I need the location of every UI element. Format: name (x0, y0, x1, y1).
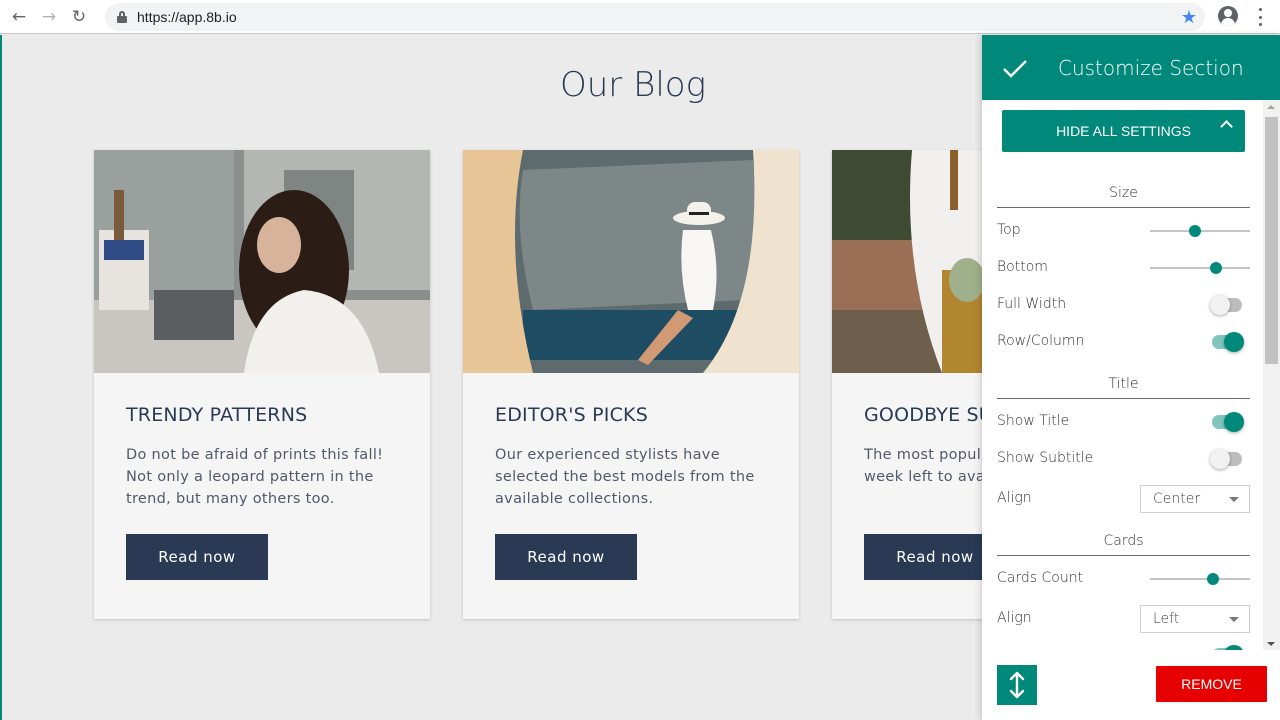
scrollbar-thumb[interactable] (1265, 117, 1278, 364)
blog-card: EDITOR'S PICKS Our experienced stylists … (463, 150, 799, 619)
scroll-down-arrow-icon[interactable] (1267, 642, 1275, 646)
panel-scrollbar[interactable] (1263, 100, 1280, 650)
reload-icon[interactable]: ↻ (68, 6, 90, 28)
read-now-button[interactable]: Read now (126, 534, 268, 580)
url-text[interactable]: https://app.8b.io (137, 9, 237, 25)
show-subtitle-toggle[interactable] (1210, 448, 1246, 470)
menu-dots-icon[interactable] (1254, 8, 1266, 26)
top-slider[interactable] (1150, 224, 1250, 238)
row-column-label: Row/Column (997, 333, 1085, 349)
remove-button[interactable]: REMOVE (1156, 666, 1267, 702)
cards-count-label: Cards Count (997, 570, 1084, 586)
address-bar[interactable]: https://app.8b.io ★ (105, 3, 1205, 31)
settings-scroll-area: HIDE ALL SETTINGS Size Top Bottom Full W… (982, 100, 1280, 650)
hide-all-settings-label: HIDE ALL SETTINGS (1056, 123, 1191, 139)
forward-arrow-icon[interactable]: → (38, 6, 60, 28)
move-section-button[interactable] (997, 665, 1037, 705)
full-width-label: Full Width (997, 296, 1067, 312)
cards-align-value: Left (1153, 611, 1180, 627)
read-now-button[interactable]: Read now (495, 534, 637, 580)
dropdown-caret-icon (1229, 617, 1239, 622)
lock-icon (117, 11, 127, 23)
title-align-label: Align (997, 490, 1032, 506)
blog-card: TRENDY PATTERNS Do not be afraid of prin… (94, 150, 430, 619)
full-width-toggle[interactable] (1210, 294, 1246, 316)
bookmark-star-icon[interactable]: ★ (1181, 7, 1197, 28)
card-image (94, 150, 430, 373)
section-heading-title: Title (997, 376, 1250, 399)
dropdown-caret-icon (1229, 497, 1239, 502)
panel-title: Customize Section (1058, 55, 1244, 80)
back-arrow-icon[interactable]: ← (8, 6, 30, 28)
panel-header: Customize Section (982, 35, 1280, 100)
top-label: Top (997, 222, 1021, 238)
show-title-label: Show Title (997, 413, 1070, 429)
card-text: Do not be afraid of prints this fall! No… (126, 447, 384, 507)
cards-align-select[interactable]: Left (1140, 605, 1250, 633)
card-title: TRENDY PATTERNS (126, 404, 308, 426)
hide-all-settings-button[interactable]: HIDE ALL SETTINGS (1002, 110, 1245, 152)
chevron-up-icon (1220, 120, 1233, 133)
card-text: Our experienced stylists have selected t… (495, 447, 755, 507)
bottom-label: Bottom (997, 259, 1048, 275)
section-heading-size: Size (997, 185, 1250, 208)
cards-align-label: Align (997, 610, 1032, 626)
vertical-arrows-icon (1009, 671, 1025, 699)
card-title: EDITOR'S PICKS (495, 404, 648, 426)
profile-icon[interactable] (1218, 6, 1238, 26)
section-heading-cards: Cards (997, 533, 1250, 556)
row-column-toggle[interactable] (1210, 331, 1246, 353)
browser-toolbar: ← → ↻ https://app.8b.io ★ (0, 0, 1280, 34)
show-title-toggle[interactable] (1210, 411, 1246, 433)
panel-footer: REMOVE (982, 650, 1267, 720)
title-align-value: Center (1153, 491, 1201, 507)
customize-panel: Customize Section HIDE ALL SETTINGS Size… (982, 35, 1280, 720)
show-subtitle-label: Show Subtitle (997, 450, 1094, 466)
bottom-slider[interactable] (1150, 261, 1250, 275)
title-align-select[interactable]: Center (1140, 485, 1250, 513)
card-title: GOODBYE SU (864, 404, 993, 426)
cards-count-slider[interactable] (1150, 572, 1250, 586)
scroll-up-arrow-icon[interactable] (1267, 105, 1275, 109)
check-icon[interactable] (1002, 59, 1028, 78)
card-image (463, 150, 799, 373)
